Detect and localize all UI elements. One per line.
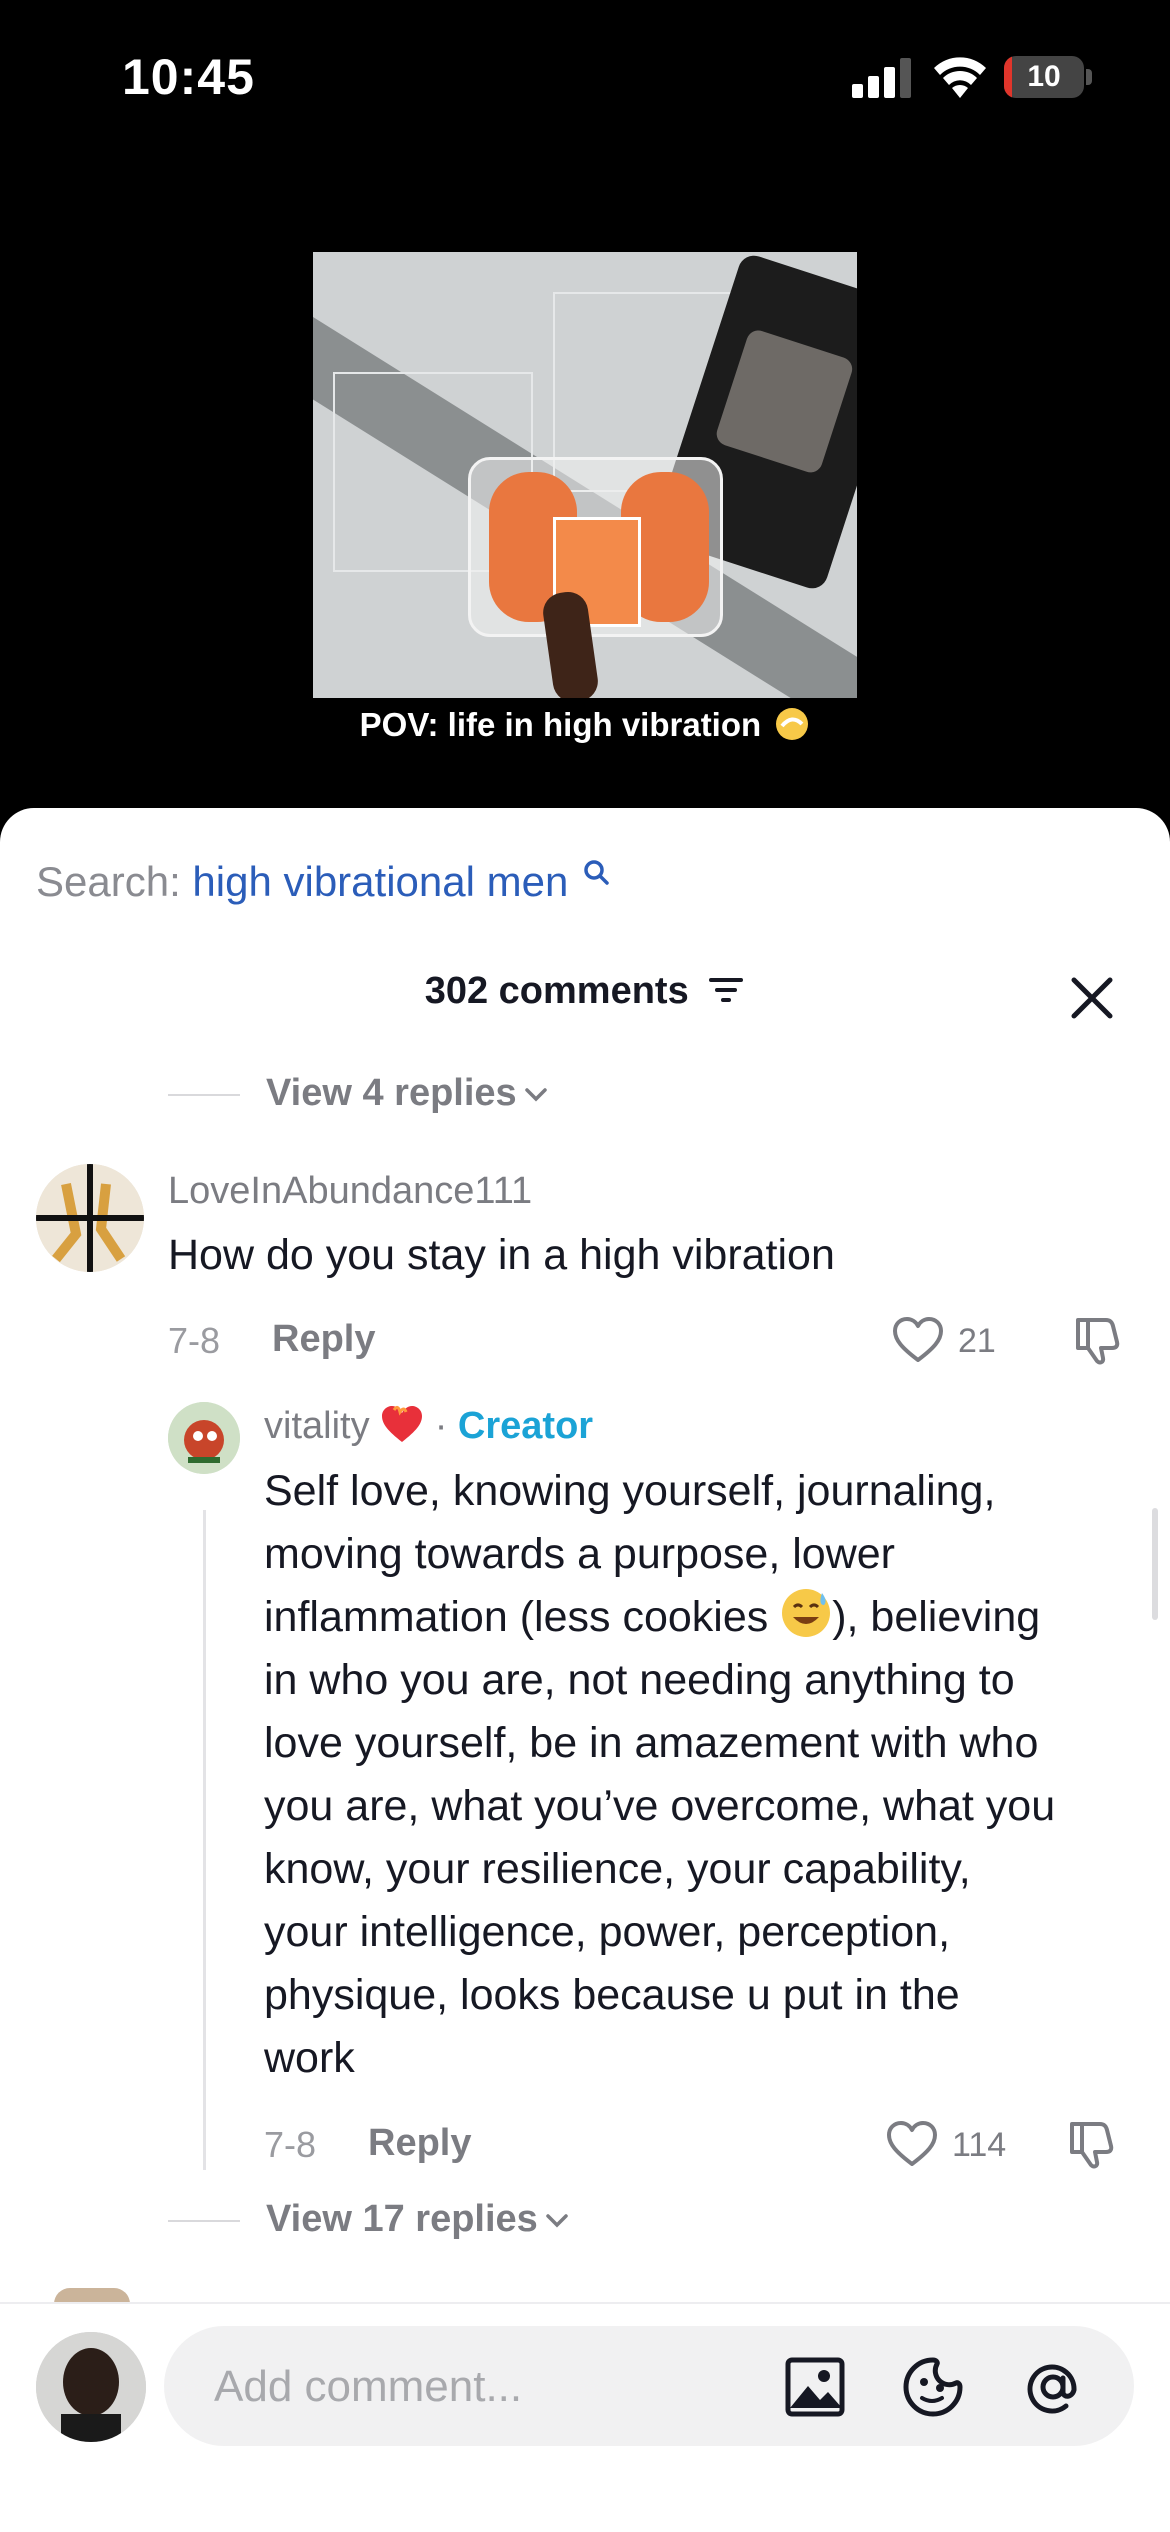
creator-avatar[interactable]: [168, 1402, 240, 1474]
battery-indicator: 10: [1004, 56, 1092, 98]
comment-input-placeholder: Add comment...: [214, 2362, 523, 2411]
view-replies-label: View 17 replies: [266, 2198, 538, 2240]
reply-text-line: Self love, knowing yourself, journaling,: [264, 1467, 996, 1515]
reply-like-count: 114: [952, 2126, 1007, 2164]
reply-text: Self love, knowing yourself, journaling,…: [264, 1460, 1144, 2090]
video-player[interactable]: [313, 252, 857, 698]
heart-outline-icon[interactable]: [886, 2120, 938, 2168]
replies-divider-line: [168, 1093, 240, 1096]
avatar[interactable]: [36, 1164, 144, 1272]
battery-body: 10: [1004, 56, 1084, 98]
wifi-icon: [934, 57, 986, 98]
reply-separator: ·: [434, 1405, 448, 1447]
close-icon[interactable]: [1070, 976, 1114, 1020]
comment-date: 7-8: [168, 1320, 221, 1361]
view-more-replies-button[interactable]: View 17 replies: [168, 2198, 570, 2241]
reply-text-line: know, your resilience, your capability,: [264, 1845, 971, 1893]
search-icon: [584, 860, 609, 885]
grinning-sweat-emoji-icon: [782, 1589, 831, 1637]
status-bar: 10:45 10: [0, 0, 1170, 150]
reply-reply-button[interactable]: Reply: [368, 2122, 471, 2165]
reply-text-line-with-emoji: inflammation (less cookies ), believing: [264, 1586, 1144, 1649]
reply-text-line: work: [264, 2034, 355, 2082]
thumbs-down-icon[interactable]: [1066, 2118, 1118, 2170]
creator-avatar-image: [168, 1402, 240, 1474]
video-caption-text: POV: life in high vibration: [359, 706, 762, 743]
chevron-down-icon: [546, 2214, 568, 2228]
reply-date: 7-8: [264, 2124, 317, 2165]
view-replies-label: View 4 replies: [266, 1072, 517, 1114]
current-user-avatar-image: [36, 2332, 146, 2442]
current-user-avatar: [36, 2332, 146, 2442]
reply-text-line: your intelligence, power, perception,: [264, 1908, 951, 1956]
view-replies-button[interactable]: View 4 replies: [168, 1072, 549, 1115]
reply-button[interactable]: Reply: [272, 1318, 375, 1361]
search-suggestion[interactable]: Search: high vibrational men: [36, 858, 610, 906]
comments-header: 302 comments: [0, 970, 1170, 1013]
input-divider: [0, 2302, 1170, 2304]
thumbs-down-icon[interactable]: [1072, 1314, 1124, 1366]
burning-heart-emoji-icon: [382, 1405, 423, 1442]
comment-text: How do you stay in a high vibration: [168, 1231, 835, 1279]
heart-outline-icon[interactable]: [892, 1316, 944, 1364]
comment-username[interactable]: LoveInAbundance111: [168, 1170, 532, 1213]
reply-text-line: you are, what you’ve overcome, what you: [264, 1782, 1056, 1830]
replies-divider-line: [168, 2219, 240, 2222]
reply-text-line: physique, looks because u put in the: [264, 1971, 960, 2019]
battery-level: 10: [1027, 60, 1061, 93]
reply-username[interactable]: vitality: [264, 1405, 370, 1447]
reply-text-line: in who you are, not needing anything to: [264, 1656, 1015, 1704]
mention-at-icon[interactable]: [1022, 2356, 1084, 2418]
scrollbar[interactable]: [1152, 1508, 1158, 1620]
image-icon[interactable]: [784, 2356, 846, 2418]
dizzy-star-icon: [776, 708, 809, 740]
search-label: Search:: [36, 858, 181, 905]
creator-badge: Creator: [457, 1405, 594, 1447]
status-time: 10:45: [122, 49, 255, 105]
reply-text-line: love yourself, be in amazement with who: [264, 1719, 1039, 1767]
avatar-image: [36, 1164, 144, 1272]
reply-thread-line: [203, 1510, 206, 2170]
comment-input[interactable]: Add comment...: [164, 2326, 1134, 2446]
chevron-down-icon: [524, 1088, 547, 1102]
sort-filter-icon[interactable]: [707, 975, 745, 1005]
like-count: 21: [958, 1322, 996, 1360]
search-term-link[interactable]: high vibrational men: [192, 858, 568, 905]
reply-author: vitality · Creator: [264, 1404, 593, 1448]
video-caption: POV: life in high vibration: [0, 706, 1170, 744]
cellular-signal-icon: [852, 58, 911, 98]
reply-text-segment: inflammation (less cookies: [264, 1593, 769, 1641]
battery-nub: [1086, 69, 1092, 85]
sticker-emoji-icon[interactable]: [902, 2356, 964, 2418]
comments-count: 302 comments: [424, 970, 689, 1012]
reply-text-line: moving towards a purpose, lower: [264, 1530, 895, 1578]
reply-text-segment: ), believing: [832, 1593, 1041, 1641]
video-cart-glass: [713, 327, 856, 476]
